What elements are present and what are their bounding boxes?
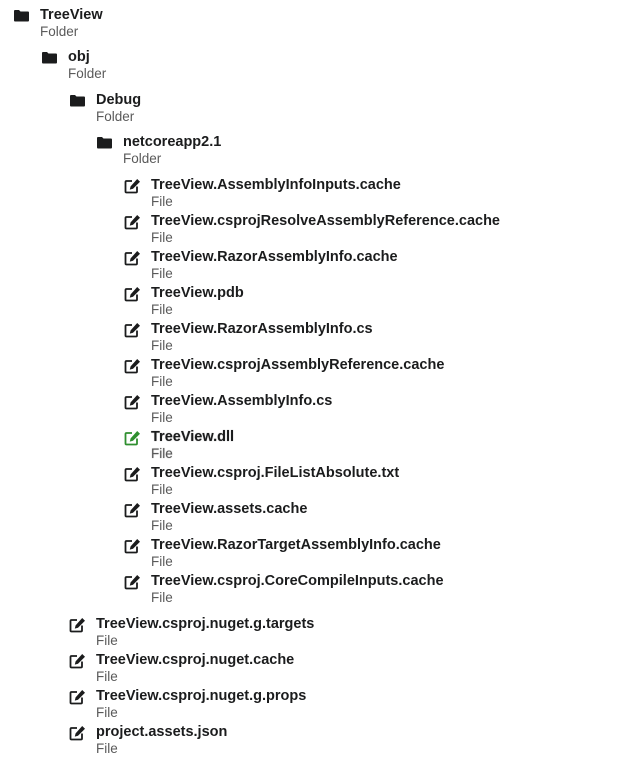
node-title: TreeView.AssemblyInfoInputs.cache <box>151 177 401 193</box>
tree-node-file-selected[interactable]: TreeView.dll File <box>124 428 244 464</box>
edit-icon <box>124 250 142 266</box>
node-description: File <box>151 266 173 281</box>
tree-node-file[interactable]: project.assets.json File <box>69 723 239 759</box>
node-title: TreeView.csproj.CoreCompileInputs.cache <box>151 573 444 589</box>
node-description: File <box>151 554 173 569</box>
node-description: File <box>96 705 118 720</box>
edit-icon <box>69 725 87 741</box>
edit-icon <box>124 538 142 554</box>
node-description: File <box>151 590 173 605</box>
edit-icon <box>124 394 142 410</box>
tree-node-treeview-folder[interactable]: TreeView Folder <box>13 6 123 42</box>
node-description: Folder <box>96 109 135 124</box>
tree-node-file[interactable]: TreeView.pdb File <box>124 284 254 320</box>
edit-icon <box>69 689 87 705</box>
node-description: File <box>151 410 173 425</box>
edit-icon <box>69 617 87 633</box>
node-title: TreeView.csproj.nuget.g.targets <box>96 616 315 632</box>
node-title: TreeView.RazorAssemblyInfo.cache <box>151 249 398 265</box>
tree-view: TreeView Folder obj Folder Debug Folder … <box>0 0 626 764</box>
tree-node-netcoreapp-folder[interactable]: netcoreapp2.1 Folder <box>96 133 236 169</box>
node-title: TreeView.AssemblyInfo.cs <box>151 393 333 409</box>
tree-node-file[interactable]: TreeView.csproj.nuget.g.props File <box>69 687 306 723</box>
node-title: TreeView.csproj.FileListAbsolute.txt <box>151 465 400 481</box>
node-description: Folder <box>40 24 79 39</box>
node-title: netcoreapp2.1 <box>123 134 222 150</box>
tree-node-debug-folder[interactable]: Debug Folder <box>69 91 169 127</box>
node-description: File <box>151 482 173 497</box>
edit-icon <box>124 214 142 230</box>
node-title: TreeView <box>40 7 103 23</box>
edit-icon <box>69 653 87 669</box>
node-description: File <box>96 669 118 684</box>
node-description: File <box>151 338 173 353</box>
node-title: TreeView.RazorAssemblyInfo.cs <box>151 321 373 337</box>
node-description: File <box>151 518 173 533</box>
node-description: Folder <box>123 151 162 166</box>
node-title: TreeView.RazorTargetAssemblyInfo.cache <box>151 537 441 553</box>
tree-node-file[interactable]: TreeView.RazorAssemblyInfo.cs File <box>124 320 373 356</box>
edit-icon <box>124 574 142 590</box>
node-description: Folder <box>68 66 107 81</box>
folder-icon <box>41 50 59 66</box>
tree-node-file[interactable]: TreeView.AssemblyInfo.cs File <box>124 392 332 428</box>
tree-node-file[interactable]: TreeView.csproj.FileListAbsolute.txt Fil… <box>124 464 399 500</box>
node-title: TreeView.csprojAssemblyReference.cache <box>151 357 445 373</box>
node-description: File <box>151 446 173 461</box>
tree-node-file[interactable]: TreeView.RazorAssemblyInfo.cache File <box>124 248 398 284</box>
folder-icon <box>96 135 114 151</box>
node-title: TreeView.dll <box>151 429 235 445</box>
node-title: TreeView.assets.cache <box>151 501 308 517</box>
tree-node-file[interactable]: TreeView.RazorTargetAssemblyInfo.cache F… <box>124 536 441 572</box>
node-description: File <box>96 633 118 648</box>
edit-icon <box>124 430 142 446</box>
edit-icon <box>124 502 142 518</box>
node-title: Debug <box>96 92 142 108</box>
node-title: TreeView.csproj.nuget.cache <box>96 652 295 668</box>
node-title: project.assets.json <box>96 724 228 740</box>
edit-icon <box>124 466 142 482</box>
tree-node-file[interactable]: TreeView.csproj.CoreCompileInputs.cache … <box>124 572 444 608</box>
edit-icon <box>124 178 142 194</box>
edit-icon <box>124 286 142 302</box>
node-title: obj <box>68 49 90 65</box>
tree-node-file[interactable]: TreeView.csproj.nuget.g.targets File <box>69 615 314 651</box>
node-title: TreeView.pdb <box>151 285 244 301</box>
tree-node-file[interactable]: TreeView.assets.cache File <box>124 500 308 536</box>
edit-icon <box>124 358 142 374</box>
tree-node-file[interactable]: TreeView.csprojAssemblyReference.cache F… <box>124 356 444 392</box>
node-description: File <box>96 741 118 756</box>
node-description: File <box>151 374 173 389</box>
tree-node-file[interactable]: TreeView.csproj.nuget.cache File <box>69 651 294 687</box>
tree-node-file[interactable]: TreeView.csprojResolveAssemblyReference.… <box>124 212 500 248</box>
node-title: TreeView.csprojResolveAssemblyReference.… <box>151 213 500 229</box>
tree-node-obj-folder[interactable]: obj Folder <box>41 48 131 84</box>
node-description: File <box>151 230 173 245</box>
folder-icon <box>69 93 87 109</box>
tree-node-file[interactable]: TreeView.AssemblyInfoInputs.cache File <box>124 176 401 212</box>
node-description: File <box>151 194 173 209</box>
edit-icon <box>124 322 142 338</box>
folder-icon <box>13 8 31 24</box>
node-description: File <box>151 302 173 317</box>
node-title: TreeView.csproj.nuget.g.props <box>96 688 307 704</box>
